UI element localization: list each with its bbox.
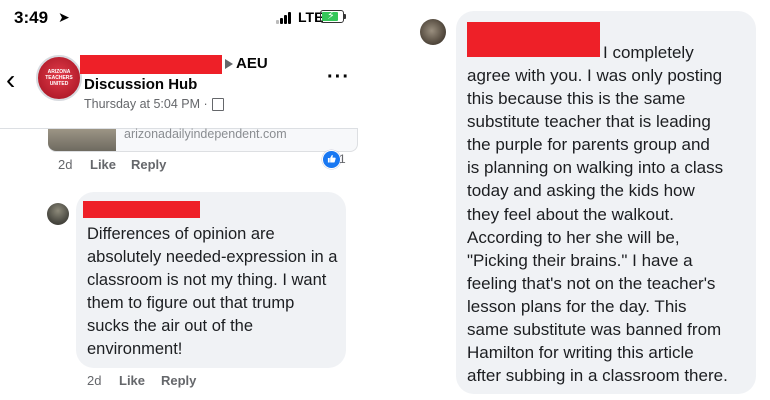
comment-line: feeling that's not on the teacher's bbox=[467, 273, 716, 293]
location-arrow-icon: ➤ bbox=[58, 9, 70, 25]
caret-right-icon bbox=[225, 59, 233, 69]
like-button[interactable]: Like bbox=[119, 373, 145, 388]
comment-line: same substitute was banned from bbox=[467, 320, 722, 340]
group-tag[interactable]: AEU bbox=[236, 55, 268, 72]
commenter-avatar[interactable] bbox=[420, 19, 446, 45]
comment-line: lesson plans for the day. This bbox=[467, 296, 687, 316]
reply-button[interactable]: Reply bbox=[161, 373, 196, 388]
like-button[interactable]: Like bbox=[90, 157, 116, 172]
comment-line: today and asking the kids how bbox=[467, 181, 695, 201]
reply-button[interactable]: Reply bbox=[131, 157, 166, 172]
comment-line: they feel about the walkout. bbox=[467, 204, 674, 224]
comment-line: this because this is the same bbox=[467, 89, 686, 109]
comment-text: Differences of opinion are absolutely ne… bbox=[87, 223, 341, 361]
redacted-author-name bbox=[80, 55, 222, 74]
signal-bars-icon bbox=[276, 12, 294, 24]
back-chevron-icon[interactable]: ‹ bbox=[6, 66, 15, 94]
audience-group-icon bbox=[212, 98, 224, 111]
comment-line: Hamilton for writing this article bbox=[467, 343, 694, 363]
comment-line: environment! bbox=[87, 340, 183, 358]
comment-line: substitute teacher that is leading bbox=[467, 112, 711, 132]
comment-line: "Picking their brains." I have a bbox=[467, 250, 693, 270]
comment-line: sucks the air out of the bbox=[87, 317, 254, 335]
link-preview-domain: arizonadailyindependent.com bbox=[124, 127, 287, 141]
comment-age: 2d bbox=[58, 157, 73, 172]
comment-line: classroom is not my thing. I want bbox=[87, 271, 327, 289]
comment-first-line: I completely bbox=[603, 43, 694, 62]
comment-age: 2d bbox=[87, 373, 102, 388]
redacted-commenter-name bbox=[83, 201, 200, 218]
comment-line: absolutely needed-expression in a bbox=[87, 248, 338, 266]
comment-line: According to her she will be, bbox=[467, 227, 680, 247]
comment-line: them to figure out that trump bbox=[87, 294, 295, 312]
comment-line: the purple for parents group and bbox=[467, 135, 710, 155]
comment-text: agree with you. I was only posting this … bbox=[467, 64, 749, 387]
redacted-commenter-name bbox=[467, 22, 600, 57]
group-name[interactable]: Discussion Hub bbox=[84, 76, 197, 93]
thumbs-up-icon bbox=[327, 154, 336, 163]
post-timestamp[interactable]: Thursday at 5:04 PM · bbox=[84, 97, 208, 111]
charging-bolt-icon: ⚡ bbox=[327, 10, 335, 22]
more-options-icon[interactable]: ··· bbox=[327, 66, 350, 89]
comment-line: is planning on walking into a class bbox=[467, 158, 724, 178]
group-avatar[interactable]: ARIZONA TEACHERS UNITED bbox=[36, 55, 82, 101]
comment-line: agree with you. I was only posting bbox=[467, 66, 723, 85]
battery-charging-icon: ⚡ bbox=[320, 10, 344, 23]
status-time: 3:49 bbox=[14, 8, 49, 27]
battery-tip bbox=[344, 14, 346, 19]
commenter-avatar[interactable] bbox=[47, 203, 69, 225]
avatar-text-line: UNITED bbox=[49, 81, 69, 87]
link-preview-thumbnail[interactable] bbox=[48, 129, 116, 151]
comment-line: after subbing in a classroom there. bbox=[467, 366, 728, 386]
reaction-count[interactable]: 1 bbox=[339, 152, 346, 166]
comment-line: Differences of opinion are bbox=[87, 225, 275, 243]
